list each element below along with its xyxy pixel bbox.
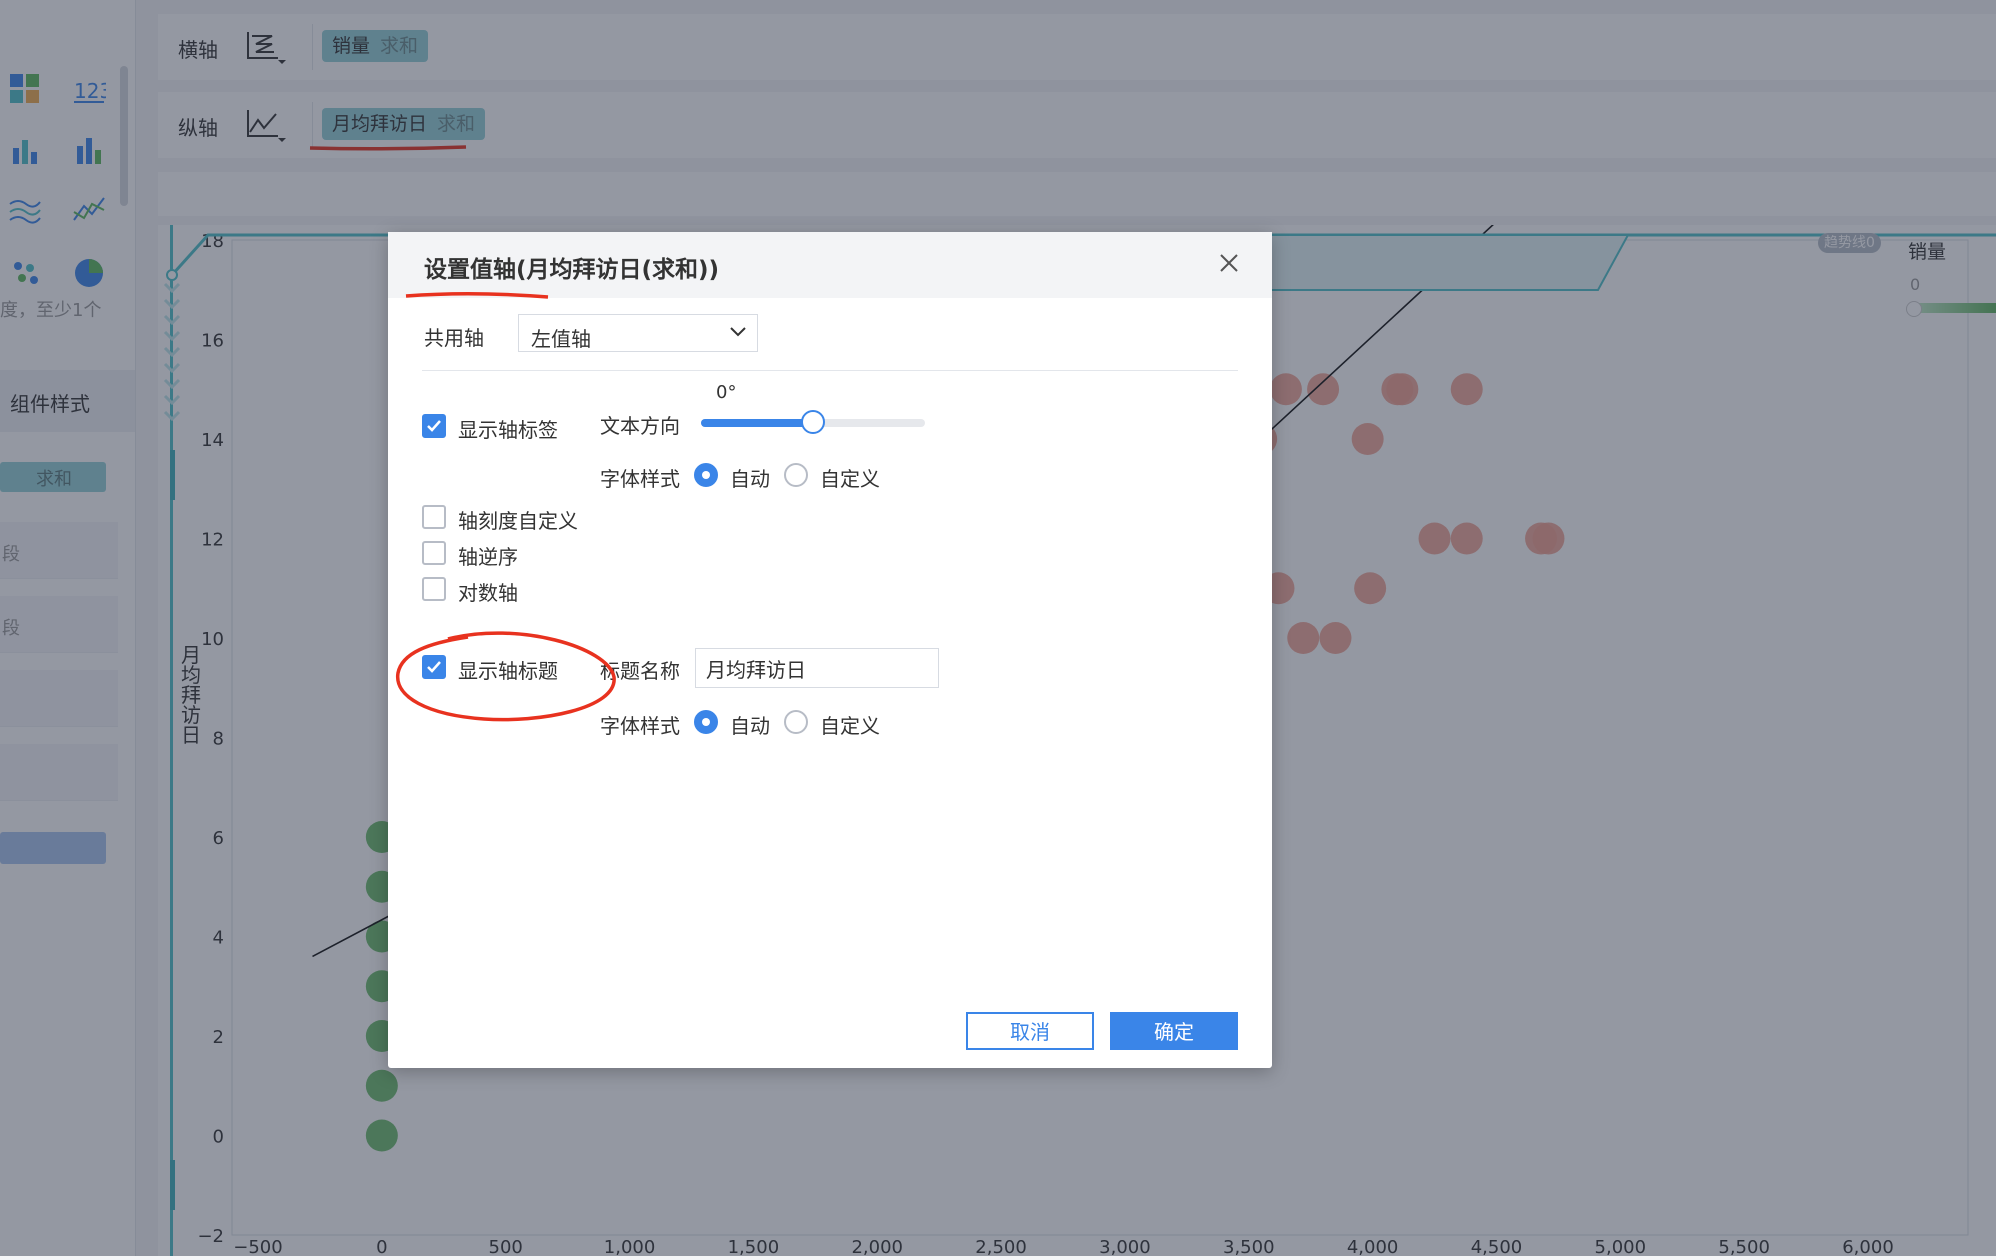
title-name-input[interactable] [695,648,939,688]
font-auto-label-2: 自动 [730,714,770,738]
font-style-label: 字体样式 [600,467,680,491]
log-axis-label: 对数轴 [458,581,518,605]
reverse-axis-label: 轴逆序 [458,545,518,569]
text-direction-slider-fill [701,419,813,427]
font-custom-radio[interactable] [784,463,808,487]
font-custom-radio-2[interactable] [784,710,808,734]
text-direction-label: 文本方向 [600,414,680,438]
cancel-button[interactable]: 取消 [966,1012,1094,1050]
shared-axis-select[interactable]: 左值轴 [518,314,758,352]
font-auto-label: 自动 [730,467,770,491]
axis-settings-dialog: 设置值轴(月均拜访日(求和)) 共用轴 左值轴 0° 显示轴标签 文本方向 字体… [388,232,1272,1068]
custom-ticks-checkbox[interactable] [422,505,446,529]
font-custom-label-2: 自定义 [820,714,880,738]
chevron-down-icon [730,327,746,337]
show-axis-label-text: 显示轴标签 [458,418,558,442]
custom-ticks-label: 轴刻度自定义 [458,509,578,533]
text-direction-value: 0° [716,382,737,403]
show-axis-label-checkbox[interactable] [422,414,446,438]
annotation-underline-title [405,291,549,299]
log-axis-checkbox[interactable] [422,577,446,601]
shared-axis-label: 共用轴 [424,326,484,350]
check-icon [427,420,441,432]
font-auto-radio-2[interactable] [694,710,718,734]
annotation-circle [396,631,616,722]
text-direction-slider-thumb[interactable] [801,410,825,434]
ok-button[interactable]: 确定 [1110,1012,1238,1050]
font-custom-label: 自定义 [820,467,880,491]
dialog-title: 设置值轴(月均拜访日(求和)) [424,257,720,283]
reverse-axis-checkbox[interactable] [422,541,446,565]
dialog-divider [422,370,1238,371]
font-auto-radio[interactable] [694,463,718,487]
shared-axis-value: 左值轴 [531,327,591,351]
close-icon[interactable] [1216,250,1242,276]
